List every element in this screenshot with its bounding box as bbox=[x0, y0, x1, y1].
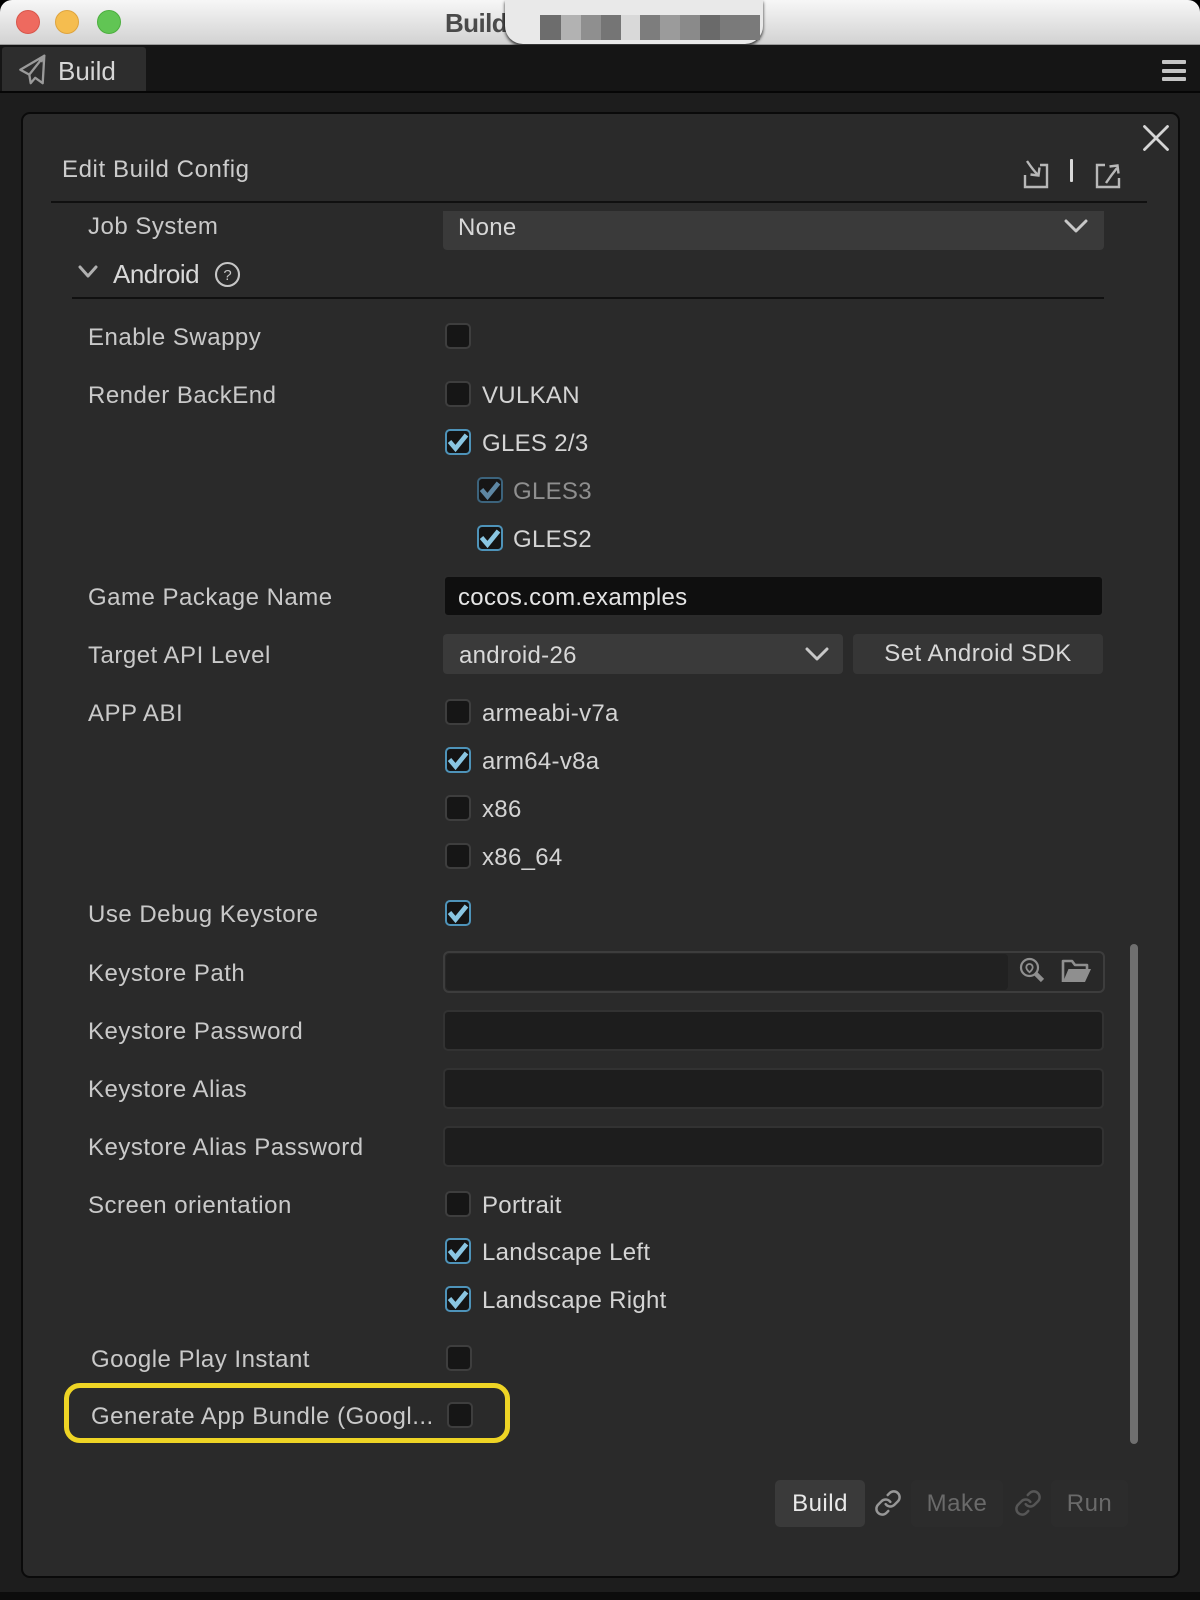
svg-text:?: ? bbox=[223, 267, 231, 284]
